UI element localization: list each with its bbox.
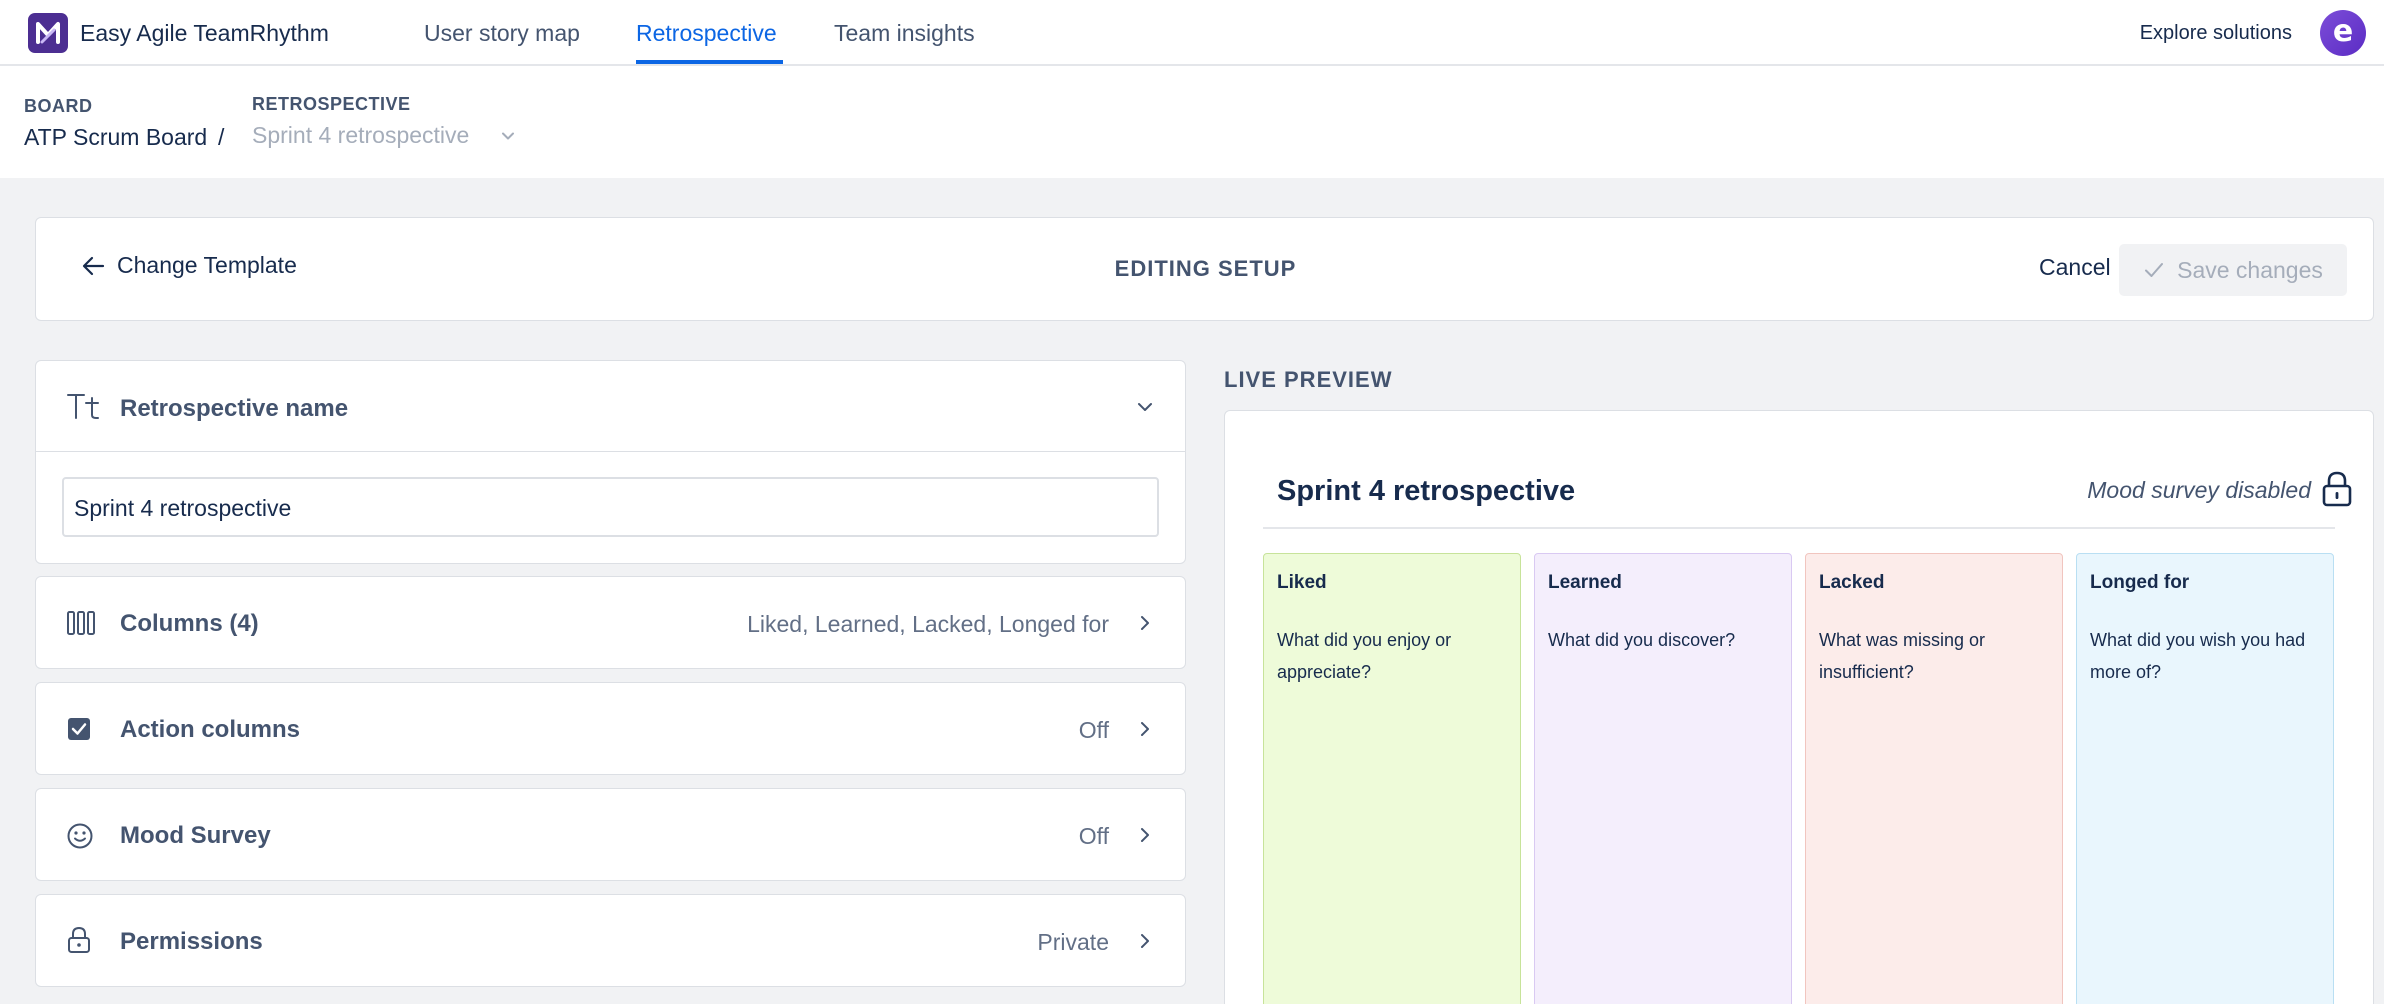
action-columns-section[interactable]: Action columns Off bbox=[35, 682, 1186, 775]
column-title: Liked bbox=[1277, 572, 1327, 593]
retrospective-name-header[interactable]: Retrospective name bbox=[36, 361, 1185, 451]
column-description: What did you discover? bbox=[1548, 630, 1736, 650]
retrospective-label: RETROSPECTIVE bbox=[252, 94, 411, 114]
retrospective-name-title: Retrospective name bbox=[120, 395, 349, 422]
columns-title: Columns (4) bbox=[120, 610, 259, 637]
column-title: Longed for bbox=[2090, 572, 2190, 593]
mood-survey-title: Mood Survey bbox=[120, 822, 271, 849]
preview-column-liked: Liked What did you enjoy or appreciate? bbox=[1263, 553, 1521, 1004]
avatar[interactable]: e bbox=[2320, 10, 2366, 56]
chevron-right-icon bbox=[1141, 616, 1149, 630]
cancel-button[interactable]: Cancel bbox=[2039, 254, 2111, 281]
lock-icon bbox=[2322, 471, 2352, 507]
top-navigation: Easy Agile TeamRhythm User story map Ret… bbox=[0, 0, 2384, 66]
columns-section[interactable]: Columns (4) Liked, Learned, Lacked, Long… bbox=[35, 576, 1186, 669]
action-columns-title: Action columns bbox=[120, 716, 301, 743]
chevron-right-icon bbox=[1141, 934, 1149, 948]
permissions-section[interactable]: Permissions Private bbox=[35, 894, 1186, 987]
board-link[interactable]: ATP Scrum Board bbox=[24, 124, 207, 151]
text-style-icon bbox=[67, 394, 99, 419]
save-changes-label: Save changes bbox=[2177, 256, 2323, 283]
permissions-title: Permissions bbox=[120, 928, 263, 955]
live-preview-panel: Sprint 4 retrospective Mood survey disab… bbox=[1224, 410, 2374, 1004]
column-title: Learned bbox=[1548, 572, 1622, 593]
tab-team-insights[interactable]: Team insights bbox=[834, 20, 975, 47]
retrospective-name-input[interactable]: Sprint 4 retrospective bbox=[62, 477, 1159, 537]
preview-column-lacked: Lacked What was missing or insufficient? bbox=[1805, 553, 2063, 1004]
mood-survey-status: Mood survey disabled bbox=[2087, 477, 2311, 503]
active-tab-indicator bbox=[636, 60, 783, 64]
chevron-down-icon[interactable] bbox=[500, 128, 516, 144]
avatar-letter: e bbox=[2332, 14, 2354, 49]
preview-column-longed-for: Longed for What did you wish you had mor… bbox=[2076, 553, 2334, 1004]
section-divider bbox=[36, 451, 1185, 452]
column-description: What did you enjoy or appreciate? bbox=[1277, 630, 1452, 682]
board-label: BOARD bbox=[24, 96, 93, 116]
live-preview-label: LIVE PREVIEW bbox=[1224, 367, 1393, 392]
preview-title: Sprint 4 retrospective bbox=[1277, 475, 1576, 507]
columns-icon bbox=[67, 611, 95, 635]
breadcrumb-separator: / bbox=[218, 124, 225, 150]
breadcrumb: BOARD ATP Scrum Board / RETROSPECTIVE Sp… bbox=[0, 66, 2384, 178]
columns-value: Liked, Learned, Lacked, Longed for bbox=[747, 611, 1109, 637]
column-description: What did you wish you had more of? bbox=[2090, 630, 2306, 682]
permissions-value: Private bbox=[1037, 929, 1109, 955]
mood-survey-section[interactable]: Mood Survey Off bbox=[35, 788, 1186, 881]
tab-user-story-map[interactable]: User story map bbox=[424, 20, 580, 47]
lock-icon bbox=[68, 926, 90, 953]
column-title: Lacked bbox=[1819, 572, 1885, 593]
smiley-icon bbox=[67, 823, 93, 849]
chevron-right-icon bbox=[1141, 828, 1149, 842]
check-icon bbox=[2145, 263, 2164, 277]
app-logo-icon[interactable] bbox=[28, 13, 68, 53]
editing-setup-title: EDITING SETUP bbox=[1114, 256, 1297, 281]
explore-solutions-link[interactable]: Explore solutions bbox=[2140, 22, 2292, 45]
tab-retrospective[interactable]: Retrospective bbox=[636, 20, 777, 47]
mood-survey-value: Off bbox=[1078, 823, 1109, 849]
retrospective-select[interactable]: Sprint 4 retrospective bbox=[252, 122, 469, 149]
retrospective-name-section: Retrospective name Sprint 4 retrospectiv… bbox=[35, 360, 1186, 564]
preview-column-learned: Learned What did you discover? bbox=[1534, 553, 1792, 1004]
chevron-down-icon bbox=[1138, 403, 1152, 411]
save-changes-button[interactable]: Save changes bbox=[2119, 244, 2347, 296]
column-description: What was missing or insufficient? bbox=[1819, 630, 1986, 682]
chevron-right-icon bbox=[1141, 722, 1149, 736]
editing-setup-header: Change Template EDITING SETUP Cancel Sav… bbox=[35, 217, 2374, 321]
app-name[interactable]: Easy Agile TeamRhythm bbox=[80, 20, 329, 47]
preview-divider bbox=[1263, 527, 2335, 529]
action-columns-value: Off bbox=[1078, 717, 1109, 743]
checkbox-icon bbox=[68, 718, 90, 740]
